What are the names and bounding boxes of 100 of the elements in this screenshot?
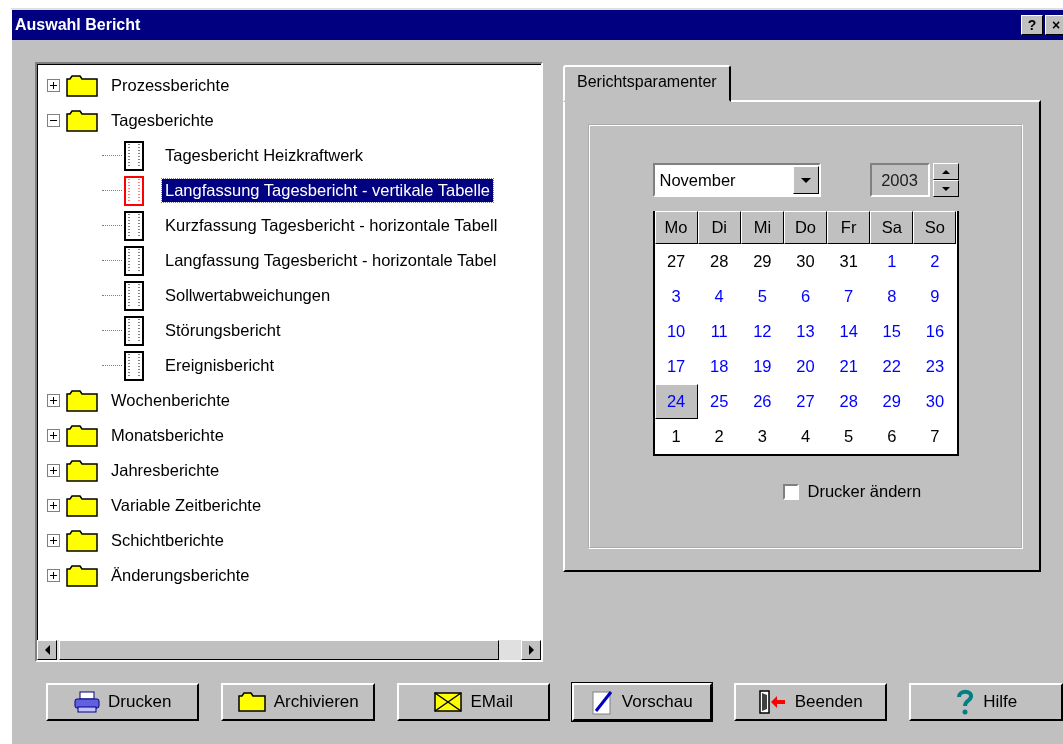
calendar-day[interactable]: 10 bbox=[654, 314, 698, 349]
help-button[interactable]: ? bbox=[1021, 15, 1043, 35]
calendar-day[interactable]: 27 bbox=[654, 244, 698, 279]
calendar-day[interactable]: 12 bbox=[740, 314, 784, 349]
calendar-day[interactable]: 8 bbox=[870, 279, 914, 314]
expand-button[interactable] bbox=[47, 499, 60, 512]
folder-icon bbox=[66, 459, 98, 482]
door-arrow-icon bbox=[758, 690, 787, 714]
calendar-day[interactable]: 30 bbox=[783, 244, 828, 279]
calendar-day[interactable]: 28 bbox=[827, 384, 871, 419]
window-title: Auswahl Bericht bbox=[15, 16, 141, 34]
calendar-day[interactable]: 11 bbox=[697, 314, 741, 349]
weekday-header: Di bbox=[697, 211, 741, 244]
weekday-header: So bbox=[913, 211, 957, 244]
scroll-left-button[interactable] bbox=[37, 640, 57, 660]
tree-item[interactable]: Variable Zeitberichte bbox=[108, 494, 265, 517]
weekday-header: Mo bbox=[654, 211, 698, 244]
action-button[interactable]: EMail bbox=[396, 683, 551, 721]
calendar-day[interactable]: 6 bbox=[783, 279, 828, 314]
folder-icon bbox=[66, 424, 98, 447]
tab[interactable]: Berichtsparamenter bbox=[563, 65, 731, 102]
folder-icon bbox=[66, 389, 98, 412]
expand-button[interactable] bbox=[47, 464, 60, 477]
calendar-day[interactable]: 18 bbox=[697, 349, 741, 384]
calendar-day[interactable]: 15 bbox=[870, 314, 914, 349]
calendar-day[interactable]: 19 bbox=[740, 349, 784, 384]
calendar-day[interactable]: 4 bbox=[697, 279, 741, 314]
pencil-note-icon bbox=[591, 689, 614, 715]
calendar-day[interactable]: 3 bbox=[740, 419, 784, 454]
action-button[interactable]: Archivieren bbox=[221, 683, 375, 721]
calendar-day[interactable]: 24 bbox=[654, 384, 698, 419]
tree-item[interactable]: Jahresberichte bbox=[108, 459, 223, 482]
tree-item[interactable]: Wochenberichte bbox=[108, 389, 233, 412]
calendar-day[interactable]: 3 bbox=[654, 279, 698, 314]
calendar-day[interactable]: 22 bbox=[870, 349, 914, 384]
folder-icon bbox=[66, 109, 98, 132]
action-button[interactable]: Hilfe bbox=[909, 683, 1063, 721]
calendar-day[interactable]: 9 bbox=[913, 279, 957, 314]
tree-item[interactable]: Schichtberichte bbox=[108, 529, 227, 552]
folder-icon bbox=[66, 494, 98, 517]
calendar-day[interactable]: 31 bbox=[827, 244, 871, 279]
tree-item[interactable]: Prozessberichte bbox=[108, 74, 233, 97]
action-button[interactable]: Vorschau bbox=[572, 683, 712, 721]
folder-icon bbox=[66, 529, 98, 552]
weekday-header: Mi bbox=[740, 211, 784, 244]
calendar-day[interactable]: 7 bbox=[913, 419, 957, 454]
calendar-day[interactable]: 28 bbox=[697, 244, 741, 279]
weekday-header: Fr bbox=[827, 211, 871, 244]
tree-item[interactable]: Änderungsberichte bbox=[108, 564, 253, 587]
close-button[interactable]: × bbox=[1045, 15, 1063, 35]
tree-item[interactable]: Sollwertabweichungen bbox=[162, 284, 334, 307]
calendar-day[interactable]: 25 bbox=[697, 384, 741, 419]
year-field[interactable]: 2003 bbox=[869, 163, 930, 197]
expand-button[interactable] bbox=[47, 79, 60, 92]
weekday-header: Do bbox=[783, 211, 828, 244]
calendar-day[interactable]: 14 bbox=[827, 314, 871, 349]
calendar-day[interactable]: 20 bbox=[783, 349, 828, 384]
tree-item[interactable]: Monatsberichte bbox=[108, 424, 227, 447]
calendar-day[interactable]: 29 bbox=[870, 384, 914, 419]
calendar-day[interactable]: 16 bbox=[913, 314, 957, 349]
expand-button[interactable] bbox=[47, 429, 60, 442]
tree-item[interactable]: Tagesbericht Heizkraftwerk bbox=[162, 144, 367, 167]
calendar-day[interactable]: 27 bbox=[783, 384, 828, 419]
calendar-day[interactable]: 6 bbox=[870, 419, 914, 454]
scroll-right-button[interactable] bbox=[521, 640, 541, 660]
calendar-day[interactable]: 2 bbox=[697, 419, 741, 454]
weekday-header: Sa bbox=[870, 211, 914, 244]
action-button[interactable]: Drucken bbox=[46, 683, 200, 721]
calendar-day[interactable]: 21 bbox=[827, 349, 871, 384]
calendar-day[interactable]: 23 bbox=[913, 349, 957, 384]
year-spinner[interactable] bbox=[932, 163, 959, 197]
calendar-day[interactable]: 1 bbox=[870, 244, 914, 279]
month-dropdown[interactable]: November bbox=[652, 163, 821, 197]
expand-button[interactable] bbox=[47, 569, 60, 582]
calendar-day[interactable]: 17 bbox=[654, 349, 698, 384]
calendar-day[interactable]: 26 bbox=[740, 384, 784, 419]
tree-item[interactable]: Langfassung Tagesbericht - horizontale Tabel bbox=[162, 249, 500, 272]
tree-item[interactable]: Störungsbericht bbox=[162, 319, 284, 342]
action-button[interactable]: Beenden bbox=[734, 683, 888, 721]
folder-icon bbox=[66, 74, 98, 97]
checkbox-label[interactable]: Drucker ändern bbox=[807, 482, 922, 501]
calendar-day[interactable]: 7 bbox=[827, 279, 871, 314]
expand-button[interactable] bbox=[47, 394, 60, 407]
tree-item[interactable]: Langfassung Tagesbericht - vertikale Tabelle bbox=[162, 179, 493, 202]
calendar-day[interactable]: 29 bbox=[740, 244, 784, 279]
calendar-day[interactable]: 30 bbox=[913, 384, 957, 419]
expand-button[interactable] bbox=[47, 534, 60, 547]
question-mark-icon bbox=[955, 689, 976, 715]
calendar-day[interactable]: 5 bbox=[740, 279, 784, 314]
calendar-day[interactable]: 2 bbox=[913, 244, 957, 279]
printer-icon bbox=[74, 691, 101, 713]
collapse-button[interactable] bbox=[47, 114, 60, 127]
calendar-day[interactable]: 5 bbox=[827, 419, 871, 454]
calendar-day[interactable]: 4 bbox=[783, 419, 828, 454]
checkbox[interactable] bbox=[782, 483, 799, 500]
tree-item[interactable]: Kurzfassung Tagesbericht - horizontale Tabell bbox=[162, 214, 501, 237]
calendar-day[interactable]: 13 bbox=[783, 314, 828, 349]
tree-item[interactable]: Tagesberichte bbox=[108, 109, 217, 132]
tree-item[interactable]: Ereignisbericht bbox=[162, 354, 278, 377]
calendar-day[interactable]: 1 bbox=[654, 419, 698, 454]
